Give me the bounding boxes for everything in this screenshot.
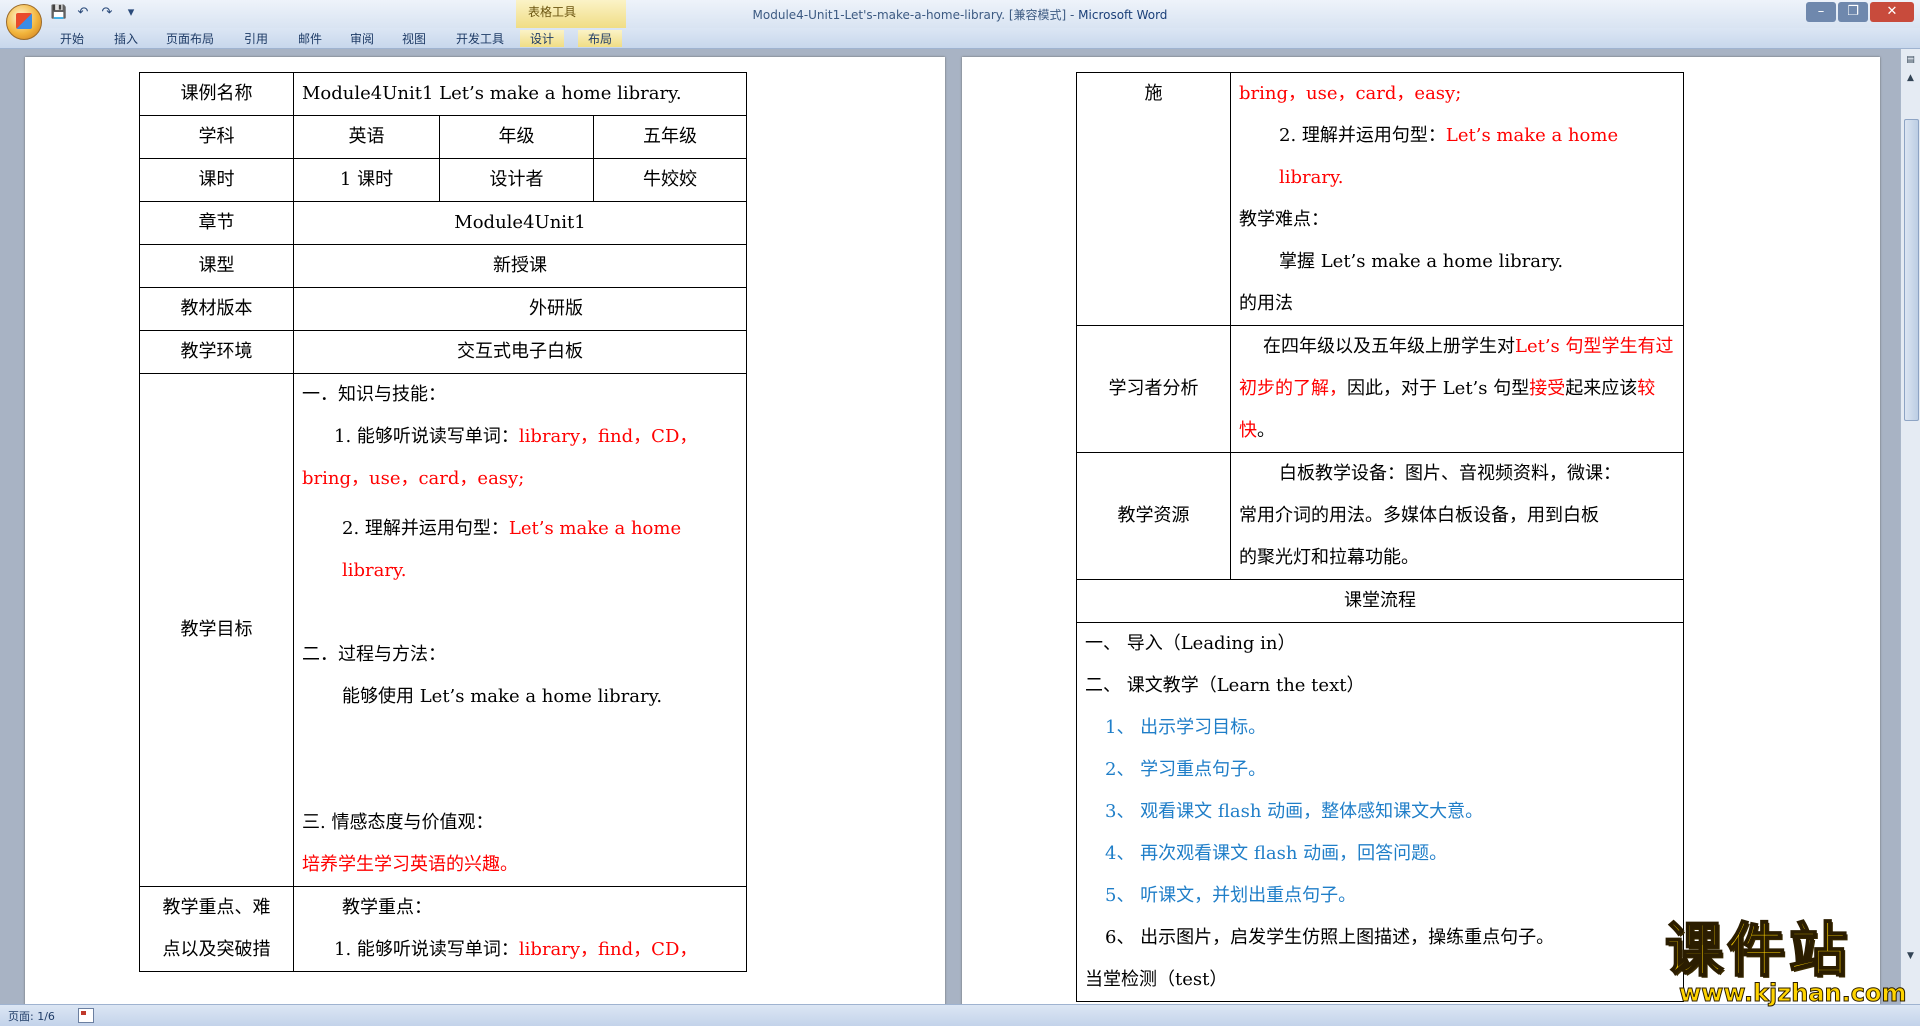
- difficulty-item-cont: 的用法: [1239, 293, 1293, 314]
- difficulty-item: 掌握 Let’s make a home library.: [1279, 251, 1564, 272]
- hours-value: 1 课时: [293, 158, 440, 202]
- window-title: Module4-Unit1-Let's-make-a-home-library.…: [752, 8, 1168, 22]
- goals-blank: [302, 592, 738, 634]
- document-area: 课例名称 Module4Unit1 Let’s make a home libr…: [0, 49, 1900, 1004]
- ruler-toggle-icon[interactable]: ▤: [1904, 53, 1917, 67]
- status-bar: 页面: 1/6: [0, 1004, 1920, 1026]
- label-lesson-name: 课例名称: [139, 72, 294, 116]
- scroll-thumb[interactable]: [1904, 119, 1919, 421]
- subject-value: 英语: [293, 115, 440, 159]
- measures-content: bring，use，card，easy; 2. 理解并运用句型：Let’s ma…: [1230, 72, 1684, 326]
- grade-value: 五年级: [592, 115, 748, 159]
- key-points-item-1: 1. 能够听说读写单词：library，find，CD，: [334, 939, 698, 960]
- label-hours: 课时: [139, 158, 294, 202]
- title-bar: 💾 ↶ ↷ ▾ 表格工具 Module4-Unit1-Let's-make-a-…: [0, 0, 1920, 28]
- tab-design[interactable]: 设计: [520, 30, 565, 47]
- class-flow-content: 一、 导入（Leading in） 二、 课文教学（Learn the text…: [1076, 622, 1684, 1002]
- label-environment: 教学环境: [139, 330, 294, 374]
- cont-item-2: 2. 理解并运用句型：Let’s make a home: [1279, 125, 1619, 146]
- label-lesson-type: 课型: [139, 244, 294, 288]
- watermark-text: 课件站: [1664, 916, 1852, 984]
- flow-step-1: 一、 导入（Leading in）: [1085, 633, 1296, 654]
- textbook-value: 外研版: [292, 287, 748, 331]
- designer-value: 牛姣姣: [592, 158, 748, 202]
- flow-step-3: 当堂检测（test）: [1085, 969, 1228, 990]
- flow-sub-1: 1、 出示学习目标。: [1105, 717, 1267, 738]
- label-resources: 教学资源: [1076, 452, 1231, 580]
- lesson-info-table: 课例名称 Module4Unit1 Let’s make a home libr…: [139, 72, 748, 972]
- watermark-url: www.kjzhan.com: [1679, 979, 1907, 1007]
- flow-sub-5: 5、 听课文，并划出重点句子。: [1105, 885, 1357, 906]
- label-subject: 学科: [139, 115, 294, 159]
- tab-insert[interactable]: 插入: [114, 30, 138, 47]
- office-logo-icon: [16, 13, 32, 29]
- goals-blank-3: [302, 760, 738, 802]
- flow-sub-3: 3、 观看课文 flash 动画，整体感知课文大意。: [1105, 801, 1484, 822]
- label-chapter: 章节: [139, 201, 294, 245]
- label-grade: 年级: [439, 115, 594, 159]
- lesson-name-value: Module4Unit1 Let’s make a home library.: [292, 72, 748, 116]
- goals-item-1-cont: bring，use，card，easy;: [302, 468, 525, 489]
- tab-home[interactable]: 开始: [60, 30, 84, 47]
- minimize-icon[interactable]: –: [1806, 2, 1836, 22]
- goals-section-3-title: 三. 情感态度与价值观：: [302, 812, 494, 833]
- close-icon[interactable]: ✕: [1870, 2, 1914, 22]
- goals-section-2-title: 二．过程与方法：: [302, 644, 446, 665]
- watermark-logo: 课件站 www.kjzhan.com: [1664, 916, 1910, 1007]
- flow-step-2: 二、 课文教学（Learn the text）: [1085, 675, 1365, 696]
- flow-sub-6: 6、 出示图片，启发学生仿照上图描述，操练重点句子。: [1105, 927, 1555, 948]
- scroll-up-icon[interactable]: ▲: [1904, 71, 1917, 85]
- page-indicator[interactable]: 页面: 1/6: [8, 1008, 55, 1024]
- key-points-title: 教学重点：: [342, 897, 432, 918]
- vertical-scrollbar[interactable]: ▤ ▲ ▼: [1900, 49, 1920, 1004]
- lesson-type-value: 新授课: [292, 244, 748, 288]
- goals-blank-2: [302, 718, 738, 760]
- flow-sub-4: 4、 再次观看课文 flash 动画，回答问题。: [1105, 843, 1448, 864]
- difficulty-title: 教学难点：: [1239, 209, 1329, 230]
- cont-item-2-cont: library.: [1279, 167, 1344, 188]
- label-textbook: 教材版本: [139, 287, 294, 331]
- goals-item-1: 1. 能够听说读写单词：library，find，CD，: [334, 426, 698, 447]
- tab-layout[interactable]: 布局: [578, 30, 623, 47]
- tab-references[interactable]: 引用: [244, 30, 268, 47]
- page-1: 课例名称 Module4Unit1 Let’s make a home libr…: [25, 57, 945, 1004]
- label-teaching-goals: 教学目标: [139, 373, 294, 887]
- tab-developer[interactable]: 开发工具: [456, 30, 504, 47]
- goals-item-2: 2. 理解并运用句型：Let’s make a home: [342, 518, 682, 539]
- goals-section-3-item: 培养学生学习英语的兴趣。: [302, 854, 518, 875]
- ribbon-tabs: 开始 插入 页面布局 引用 邮件 审阅 视图 开发工具 设计 布局: [0, 28, 1920, 49]
- office-button[interactable]: [6, 4, 42, 40]
- flow-sub-2: 2、 学习重点句子。: [1105, 759, 1267, 780]
- resources-content: 白板教学设备：图片、音视频资料，微课： 常用介词的用法。多媒体白板设备，用到白板…: [1230, 452, 1684, 580]
- page-2: 施 bring，use，card，easy; 2. 理解并运用句型：Let’s …: [962, 57, 1880, 1004]
- cont-words: bring，use，card，easy;: [1239, 83, 1462, 104]
- learner-analysis-content: 在四年级以及五年级上册学生对Let’s 句型学生有过初步的了解，因此，对于 Le…: [1230, 325, 1684, 453]
- goals-item-2-cont: library.: [342, 560, 407, 581]
- label-designer: 设计者: [439, 158, 594, 202]
- label-learner-analysis: 学习者分析: [1076, 325, 1231, 453]
- tab-review[interactable]: 审阅: [350, 30, 374, 47]
- restore-icon[interactable]: ❐: [1838, 2, 1868, 22]
- proofing-icon[interactable]: [78, 1008, 94, 1023]
- class-flow-header: 课堂流程: [1076, 579, 1684, 623]
- key-points-content: 教学重点： 1. 能够听说读写单词：library，find，CD，: [292, 886, 748, 972]
- chapter-value: Module4Unit1: [292, 201, 748, 245]
- lesson-plan-table-cont: 施 bring，use，card，easy; 2. 理解并运用句型：Let’s …: [1076, 72, 1684, 1002]
- label-measures-cont: 施: [1076, 72, 1231, 326]
- tab-mailings[interactable]: 邮件: [298, 30, 322, 47]
- environment-value: 交互式电子白板: [292, 330, 748, 374]
- goals-section-2-item: 能够使用 Let’s make a home library.: [342, 686, 663, 707]
- goals-section-1-title: 一．知识与技能：: [302, 384, 446, 405]
- tab-view[interactable]: 视图: [402, 30, 426, 47]
- teaching-goals-content: 一．知识与技能： 1. 能够听说读写单词：library，find，CD， br…: [292, 373, 748, 887]
- label-key-points: 教学重点、难 点以及突破措: [139, 886, 294, 972]
- tab-page-layout[interactable]: 页面布局: [166, 30, 214, 47]
